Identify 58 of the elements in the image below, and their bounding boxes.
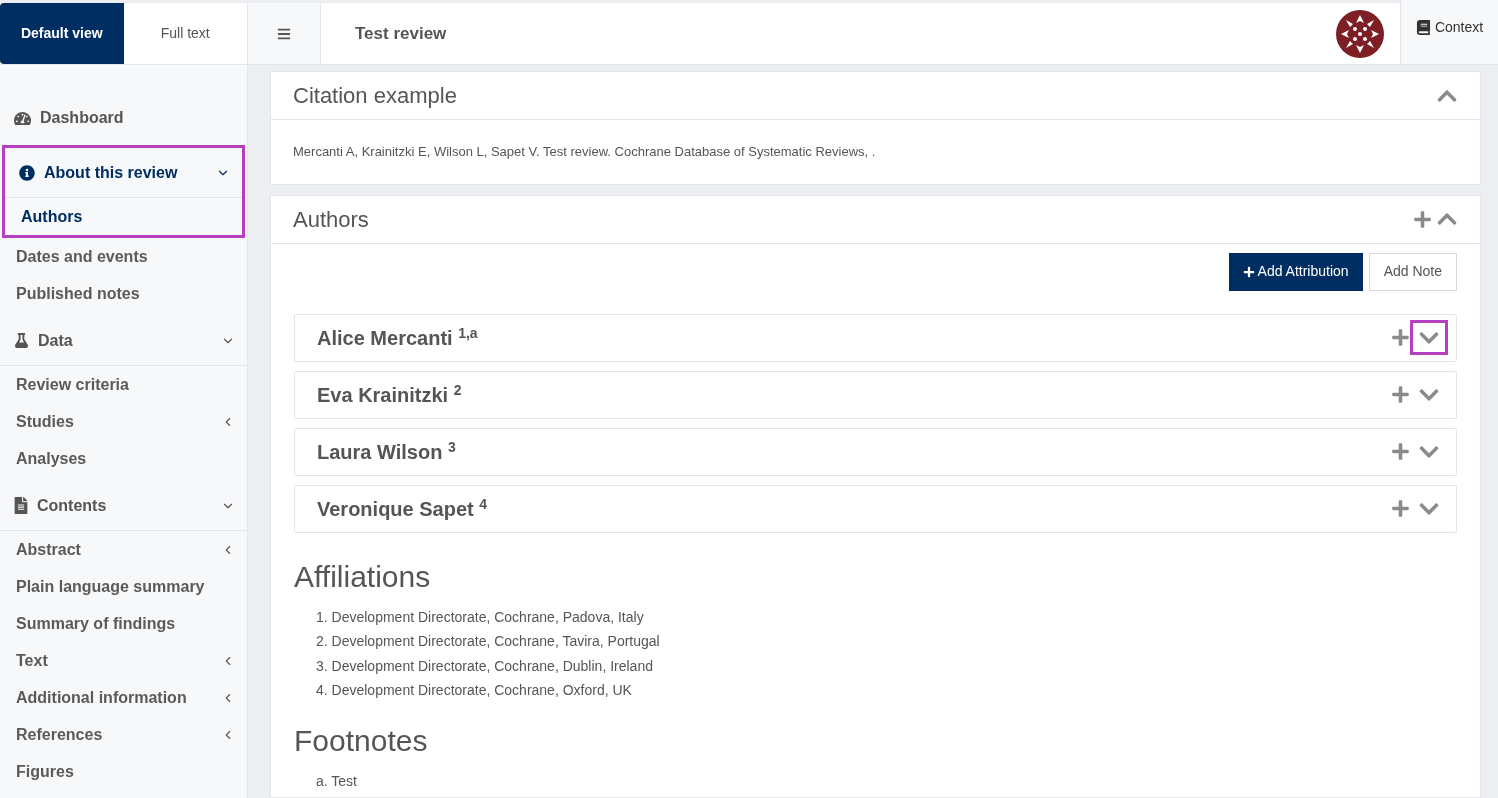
section-label: Contents xyxy=(37,495,108,516)
list-entry: 3. Development Directorate, Cochrane, Dublin, Ireland xyxy=(316,656,654,676)
sidebar-item[interactable]: Studies xyxy=(0,403,247,440)
flask-icon xyxy=(14,333,29,348)
plus-icon[interactable] xyxy=(1413,209,1432,229)
list-entry: 1. Development Directorate, Cochrane, Padova, Italy xyxy=(316,607,645,627)
page-title: Test review xyxy=(355,22,447,45)
section-heading: Affiliations xyxy=(294,558,432,595)
expand-toggle[interactable] xyxy=(1410,320,1448,355)
author-row[interactable]: Alice Mercanti $^{1,a}$ xyxy=(294,313,1457,362)
author-row[interactable]: Eva Krainitzki $^{2}$ xyxy=(294,370,1457,419)
view-tab[interactable]: Default view xyxy=(0,3,124,64)
logo-icon xyxy=(1335,8,1385,59)
panel-title: Authors xyxy=(293,205,370,234)
list-entry: 2. Development Directorate, Cochrane, Tavira, Portugal xyxy=(316,632,661,651)
section-heading: Footnotes xyxy=(294,722,429,759)
plus-icon xyxy=(1242,265,1255,278)
sidebar-item[interactable]: Text xyxy=(0,642,247,679)
gauge-icon xyxy=(14,109,31,127)
menu-icon xyxy=(277,26,291,41)
add-note-button[interactable]: Add Note xyxy=(1368,252,1457,291)
sidebar-item[interactable]: Published notes xyxy=(0,275,247,312)
sidebar-item[interactable]: Plain language summary xyxy=(0,568,247,605)
sidebar-item[interactable]: Figures xyxy=(0,753,247,790)
sidebar-section-header[interactable]: Dashboard xyxy=(0,93,247,143)
sidebar-item[interactable]: Abstract xyxy=(0,531,247,568)
author-row[interactable]: Veronique Sapet $^{4}$ xyxy=(294,484,1457,533)
sidebar-section-header[interactable]: About this review xyxy=(5,148,242,198)
sidebar-section-header[interactable]: Contents xyxy=(0,481,247,531)
plus-icon[interactable] xyxy=(1391,385,1410,404)
list-entry: a. Test xyxy=(316,771,358,791)
author-name: Laura Wilson $^{3}$ xyxy=(317,437,457,465)
section-label: Data xyxy=(38,330,74,351)
sidebar-item[interactable]: Analyses xyxy=(0,440,247,477)
book-icon xyxy=(1415,20,1431,35)
author-row[interactable]: Laura Wilson $^{3}$ xyxy=(294,427,1457,476)
context-button[interactable]: Context xyxy=(1400,0,1498,64)
sidebar-item[interactable]: Additional information xyxy=(0,679,247,716)
document-icon xyxy=(14,497,28,514)
author-name: Veronique Sapet $^{4}$ xyxy=(317,494,489,522)
author-name: Alice Mercanti $^{1,a}$ xyxy=(317,323,479,351)
plus-icon[interactable] xyxy=(1391,499,1410,518)
sidebar-item[interactable]: Dates and events xyxy=(0,238,247,275)
citation-text: Mercanti A, Krainitzki E, Wilson L, Sapet V. Test review. Cochrane Database of Systematic Reviews, . xyxy=(293,143,877,161)
info-icon xyxy=(19,164,35,181)
sidebar-section-header[interactable]: Data xyxy=(0,316,247,366)
section-label: About this review xyxy=(44,162,179,183)
list-entry: 4. Development Directorate, Cochrane, Oxford, UK xyxy=(316,681,633,700)
sidebar-item[interactable]: Summary of findings xyxy=(0,605,247,642)
author-name: Eva Krainitzki $^{2}$ xyxy=(317,380,463,408)
section-label: Dashboard xyxy=(40,108,125,128)
plus-icon[interactable] xyxy=(1391,442,1410,461)
add-attribution-button[interactable]: Add Attribution xyxy=(1228,252,1363,291)
panel-title: Citation example xyxy=(293,82,458,110)
sidebar-item[interactable]: References xyxy=(0,716,247,753)
sidebar-item[interactable]: Review criteria xyxy=(0,366,247,403)
sidebar-item[interactable]: Authors xyxy=(5,198,242,235)
plus-icon[interactable] xyxy=(1391,328,1410,347)
